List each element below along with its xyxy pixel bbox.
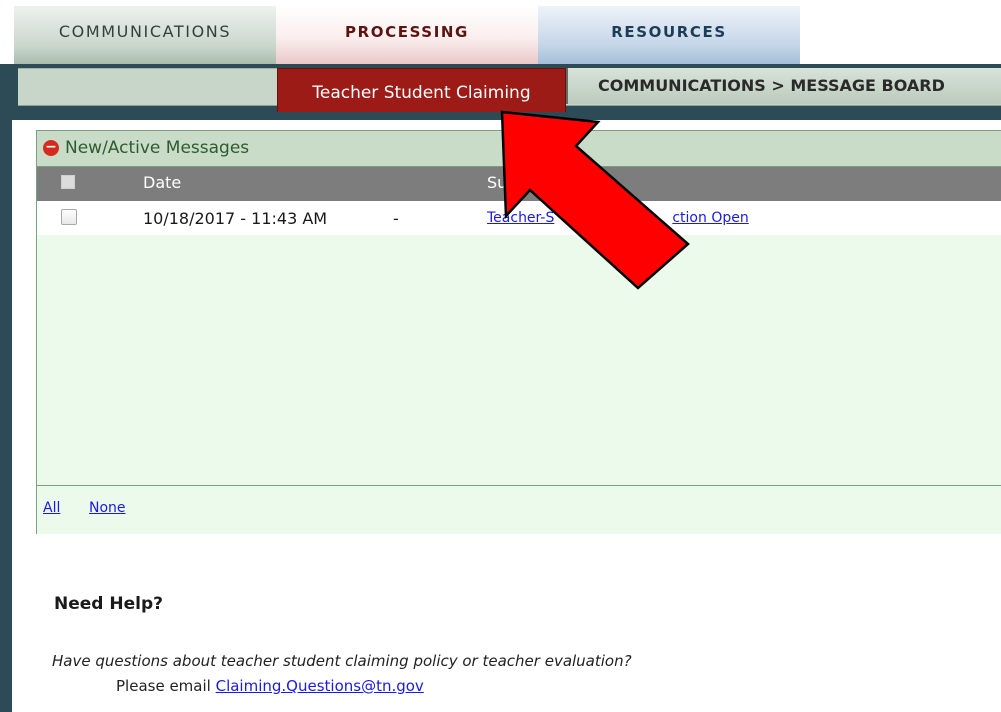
column-date: Date [143,173,182,192]
select-none-link[interactable]: None [89,500,126,516]
select-all-checkbox[interactable] [61,175,75,189]
help-heading: Need Help? [54,594,163,614]
tab-resources[interactable]: RESOURCES [538,6,800,64]
breadcrumb: COMMUNICATIONS > MESSAGE BOARD [566,68,1001,104]
help-email-prefix: Please email [116,677,216,695]
help-email-line: Please email Claiming.Questions@tn.gov [116,677,424,695]
message-date: 10/18/2017 - 11:43 AM [143,209,328,228]
panel-title: New/Active Messages [65,138,250,158]
tab-processing[interactable]: PROCESSING [276,6,538,64]
messages-panel-footer: All None [37,485,1001,534]
red-arrow-icon [500,110,690,290]
minus-circle-icon[interactable]: − [43,140,59,156]
select-all-link[interactable]: All [43,500,60,516]
separator: - [393,209,399,228]
left-frame-border [0,64,12,712]
help-email-link[interactable]: Claiming.Questions@tn.gov [216,677,424,695]
tab-communications[interactable]: COMMUNICATIONS [14,6,276,64]
help-question: Have questions about teacher student cla… [52,652,632,670]
row-checkbox[interactable] [61,209,77,225]
